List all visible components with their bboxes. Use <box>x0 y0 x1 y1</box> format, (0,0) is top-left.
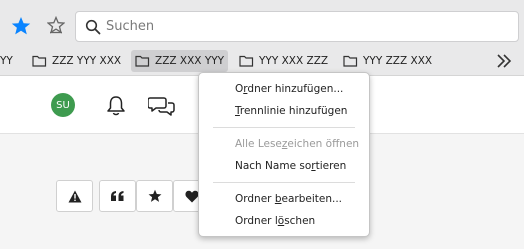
bookmark-folder[interactable]: YYY XXX ZZZ <box>235 50 332 72</box>
bookmark-context-menu: Ordner hinzufügen... Trennlinie hinzufüg… <box>198 72 370 237</box>
quote-icon <box>111 191 124 201</box>
bookmark-label: ZZZ XXX YYY <box>155 55 225 67</box>
bookmark-label: YYY ZZZ XXX <box>363 55 433 67</box>
folder-icon <box>135 55 150 67</box>
menu-item-add-folder[interactable]: Ordner hinzufügen... <box>235 83 343 95</box>
menu-item-edit-folder[interactable]: Ordner bearbeiten... <box>235 193 342 205</box>
bookmark-folder-active[interactable]: ZZZ XXX YYY <box>131 50 229 72</box>
reader-star-icon[interactable] <box>47 16 65 34</box>
bookmark-label: YYY XXX ZZZ <box>259 55 329 67</box>
search-icon <box>85 19 101 35</box>
heart-icon <box>184 190 199 202</box>
folder-icon <box>239 55 254 67</box>
folder-icon <box>32 55 47 67</box>
menu-item-add-separator[interactable]: Trennlinie hinzufügen <box>235 105 347 117</box>
search-placeholder: Suchen <box>106 19 155 34</box>
bookmark-label: ZZZ YYY XXX <box>52 55 122 67</box>
warning-icon <box>68 190 81 202</box>
bookmark-folder[interactable]: YYY ZZZ XXX <box>339 50 436 72</box>
menu-item-sort-by-name[interactable]: Nach Name sortieren <box>235 160 346 172</box>
menu-separator <box>213 127 355 128</box>
folder-icon <box>343 55 358 67</box>
chevron-double-right-icon[interactable] <box>496 54 512 68</box>
quote-button[interactable] <box>99 180 136 212</box>
bell-icon[interactable] <box>106 95 126 117</box>
bookmark-item[interactable]: YY <box>0 50 17 72</box>
browser-toolbar: Suchen <box>0 0 524 46</box>
bookmark-folder[interactable]: ZZZ YYY XXX <box>28 50 125 72</box>
search-input[interactable]: Suchen <box>75 11 519 42</box>
chat-icon[interactable] <box>148 95 176 117</box>
star-icon <box>148 189 161 202</box>
menu-item-delete-folder[interactable]: Ordner löschen <box>235 215 315 227</box>
star-button[interactable] <box>136 180 173 212</box>
avatar[interactable]: SU <box>51 93 75 117</box>
menu-separator <box>213 182 355 183</box>
avatar-initials: SU <box>56 99 70 111</box>
bookmark-star-icon[interactable] <box>11 16 31 36</box>
bookmark-label: YY <box>0 55 13 67</box>
warning-button[interactable] <box>56 180 93 212</box>
menu-item-open-all: Alle Lesezeichen öffnen <box>235 138 360 150</box>
